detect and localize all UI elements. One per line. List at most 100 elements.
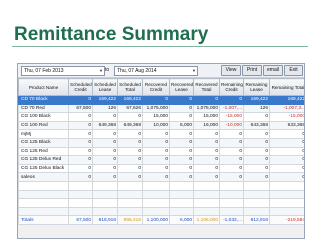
amount-cell xyxy=(269,206,304,217)
amount-cell: 0 xyxy=(92,172,118,182)
column-header[interactable]: Scheduled Lease xyxy=(92,78,118,96)
amount-cell xyxy=(117,198,143,208)
table-row[interactable] xyxy=(18,198,304,208)
amount-cell xyxy=(68,198,93,208)
amount-cell xyxy=(169,198,194,208)
amount-cell: 0 xyxy=(169,129,194,139)
amount-cell xyxy=(117,180,143,191)
amount-cell: 0 xyxy=(92,137,118,148)
product-name-cell xyxy=(18,189,69,200)
amount-cell: 0 xyxy=(243,146,270,157)
table-row[interactable] xyxy=(18,206,304,217)
amount-cell xyxy=(92,189,118,200)
amount-cell: 0 xyxy=(117,146,143,157)
from-date-value: Thu, 07 Feb 2013 xyxy=(24,68,64,74)
amount-cell: 0 xyxy=(169,163,194,174)
remittance-window: Thu, 07 Feb 2013 ▼ to Thu, 07 Aug 2014 ▼… xyxy=(17,63,305,239)
column-header[interactable]: Remaining Lease xyxy=(243,78,270,96)
table-row[interactable] xyxy=(18,189,304,200)
amount-cell: 0 xyxy=(243,172,270,182)
amount-cell: 0 xyxy=(193,155,220,165)
amount-cell: 649,368 xyxy=(117,120,143,131)
column-header[interactable]: Scheduled Total xyxy=(117,78,143,96)
column-header[interactable]: Remaining Total xyxy=(269,78,304,96)
to-date-value: Thu, 07 Aug 2014 xyxy=(117,68,157,74)
amount-cell: 0 xyxy=(117,155,143,165)
table-row[interactable]: CG 100 Black 0 0 0 15,000 0 15,000 -15,000 0 -15,… xyxy=(18,112,304,122)
amount-cell xyxy=(193,198,220,208)
column-header[interactable]: Recovered Credit xyxy=(142,78,170,96)
product-name-cell: CG 100 Black xyxy=(18,112,69,122)
table-row[interactable]: CG 125 Black 0 0 0 0 0 0 0 0 0 xyxy=(18,137,304,148)
product-name-cell: CG 125 Red xyxy=(18,146,69,157)
amount-cell: 0 xyxy=(193,95,220,105)
amount-cell xyxy=(269,189,304,200)
amount-cell: -1,007,3... xyxy=(269,103,304,114)
amount-cell: 0 xyxy=(142,146,170,157)
amount-cell: 67,626 xyxy=(117,103,143,114)
amount-cell: 0 xyxy=(219,129,244,139)
amount-cell: 0 xyxy=(219,163,244,174)
amount-cell: 0 xyxy=(193,137,220,148)
total-cell: 67,500 xyxy=(68,215,93,225)
amount-cell: -15,000 xyxy=(219,112,244,122)
amount-cell: 0 xyxy=(117,112,143,122)
chevron-down-icon[interactable]: ▼ xyxy=(192,67,196,75)
column-header[interactable]: Scheduled Credit xyxy=(68,78,93,96)
email-button[interactable]: email xyxy=(263,65,283,76)
chevron-down-icon[interactable]: ▼ xyxy=(99,67,103,75)
amount-cell: 0 xyxy=(243,163,270,174)
table-row[interactable] xyxy=(18,180,304,191)
table-row[interactable]: CG 100 Red 0 649,368 649,368 10,000 6,000 16,0… xyxy=(18,120,304,131)
product-name-cell: CD 70 Black xyxy=(18,95,69,105)
table-row[interactable]: CG 125 Delux Red 0 0 0 0 0 0 0 0 0 xyxy=(18,155,304,165)
product-name-cell: CG 125 Delux Red xyxy=(18,155,69,165)
table-row[interactable]: saleos 0 0 0 0 0 0 0 0 0 xyxy=(18,172,304,182)
amount-cell: 0 xyxy=(169,155,194,165)
table-header: Product Name Scheduled Credit Scheduled Le… xyxy=(18,78,304,96)
amount-cell: 0 xyxy=(219,172,244,182)
amount-cell: 0 xyxy=(68,120,93,131)
amount-cell xyxy=(169,189,194,200)
column-header[interactable]: Recovered Lease xyxy=(169,78,194,96)
amount-cell: 0 xyxy=(142,163,170,174)
table-body: CD 70 Black 0 169,422 169,422 0 0 0 0 169,422 169… xyxy=(18,95,304,225)
amount-cell: 169,422 xyxy=(92,95,118,105)
table-row[interactable]: CG 125 Delux Black 0 0 0 0 0 0 0 0 0 xyxy=(18,163,304,174)
table-row[interactable]: CG 125 Red 0 0 0 0 0 0 0 0 0 xyxy=(18,146,304,157)
column-header[interactable]: Remaining Credit xyxy=(219,78,244,96)
product-name-cell: CD 70 Red xyxy=(18,103,69,114)
print-button[interactable]: Print xyxy=(242,65,262,76)
amount-cell: 16,000 xyxy=(193,120,220,131)
amount-cell: 0 xyxy=(269,172,304,182)
amount-cell: 0 xyxy=(117,137,143,148)
table-row[interactable]: CD 70 Black 0 169,422 169,422 0 0 0 0 169,422 169… xyxy=(18,95,304,105)
amount-cell xyxy=(169,180,194,191)
amount-cell xyxy=(117,189,143,200)
amount-cell: 169,422 xyxy=(117,95,143,105)
slide-title: Remittance Summary xyxy=(14,24,209,45)
amount-cell: 126 xyxy=(92,103,118,114)
amount-cell: 0 xyxy=(92,129,118,139)
amount-cell: 169,422 xyxy=(243,95,270,105)
total-cell: 1,106,000 xyxy=(193,215,220,225)
exit-button[interactable]: Exit xyxy=(284,65,303,76)
amount-cell xyxy=(142,198,170,208)
table-row[interactable]: CD 70 Red 67,500 126 67,626 1,075,000 0 1,075,… xyxy=(18,103,304,114)
from-date-picker[interactable]: Thu, 07 Feb 2013 ▼ xyxy=(21,66,105,76)
amount-cell xyxy=(219,189,244,200)
column-header[interactable]: Product Name xyxy=(18,78,69,96)
amount-cell xyxy=(193,180,220,191)
amount-cell: 0 xyxy=(219,137,244,148)
table-row[interactable]: mjMj 0 0 0 0 0 0 0 0 0 xyxy=(18,129,304,139)
view-button[interactable]: View xyxy=(221,65,241,76)
column-header[interactable]: Recovered Total xyxy=(193,78,220,96)
amount-cell: 0 xyxy=(142,129,170,139)
to-date-picker[interactable]: Thu, 07 Aug 2014 ▼ xyxy=(114,66,198,76)
amount-cell xyxy=(142,206,170,217)
amount-cell: 0 xyxy=(243,155,270,165)
amount-cell: 0 xyxy=(243,112,270,122)
amount-cell xyxy=(243,180,270,191)
amount-cell xyxy=(68,180,93,191)
amount-cell xyxy=(243,206,270,217)
